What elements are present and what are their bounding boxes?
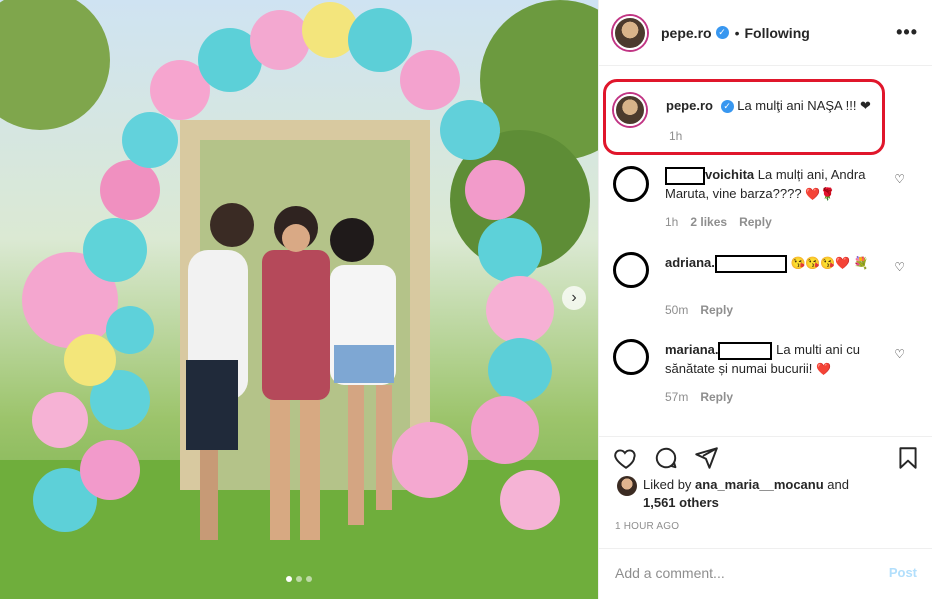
comment-username[interactable]: mariana. — [665, 342, 718, 357]
header-separator: • — [734, 24, 740, 41]
comment-body: mariana. La multi ani cu sănătate și num… — [665, 341, 885, 378]
add-comment-input[interactable] — [615, 563, 855, 583]
carousel-dot — [286, 576, 292, 582]
post-actions-bar — [599, 436, 932, 476]
next-slide-button[interactable]: › — [562, 286, 586, 310]
carousel-dot — [296, 576, 302, 582]
liked-by-prefix: Liked by — [643, 477, 692, 492]
liked-by-text: Liked by ana_maria__mocanu and 1,561 oth… — [643, 476, 849, 512]
comment-time: 1h — [665, 215, 679, 229]
caption-avatar[interactable] — [614, 94, 646, 126]
like-heart-icon[interactable] — [613, 445, 639, 471]
reply-button[interactable]: Reply — [700, 390, 733, 404]
verified-badge-icon: ✓ — [715, 26, 729, 39]
commenter-avatar[interactable] — [613, 339, 649, 375]
share-send-icon[interactable] — [693, 445, 719, 471]
liked-by-joiner: and — [827, 477, 849, 492]
caption-highlight: pepe.ro ✓ La mulţi ani NAŞA !!! ❤ 1h — [603, 79, 885, 155]
post-timestamp[interactable]: 1 HOUR AGO — [615, 521, 679, 532]
caption-time: 1h — [669, 129, 683, 143]
caption-text: La mulţi ani NAŞA !!! ❤ — [737, 98, 871, 113]
more-options-icon[interactable]: ••• — [896, 22, 918, 43]
redaction-box — [714, 254, 787, 273]
post-photo[interactable]: › — [0, 0, 598, 599]
comment-username[interactable]: adriana. — [665, 255, 715, 270]
comment-meta: 50m Reply — [665, 303, 733, 317]
author-avatar[interactable] — [613, 15, 647, 50]
post-side-panel: pepe.ro ✓ • Following ••• pepe.ro ✓ La m… — [598, 0, 932, 599]
photo-scene — [0, 0, 598, 599]
add-comment-bar: Post — [599, 548, 932, 599]
redaction-box — [665, 166, 705, 185]
reply-button[interactable]: Reply — [739, 215, 772, 229]
comment-meta: 1h 2 likes Reply — [665, 215, 772, 229]
comment-bubble-icon[interactable] — [653, 445, 679, 471]
comment-username[interactable]: voichita — [705, 167, 754, 182]
post-header: pepe.ro ✓ • Following ••• — [599, 0, 932, 66]
comment-body: voichita La mulți ani, Andra Maruta, vin… — [665, 166, 885, 203]
commenter-avatar[interactable] — [613, 252, 649, 288]
redaction-box — [718, 341, 773, 360]
comment-likes[interactable]: 2 likes — [690, 215, 727, 229]
following-button[interactable]: Following — [744, 25, 809, 41]
comment-meta: 57m Reply — [665, 390, 733, 404]
post-comment-button[interactable]: Post — [889, 565, 917, 580]
comment-time: 50m — [665, 303, 689, 317]
verified-badge-icon: ✓ — [720, 100, 734, 114]
like-comment-heart-icon[interactable]: ♡ — [894, 172, 905, 186]
liked-by-section: Liked by ana_maria__mocanu and 1,561 oth… — [617, 476, 849, 512]
comment-body: adriana. 😘😘😘❤️ 💐 — [665, 254, 885, 273]
carousel-dots — [0, 576, 598, 582]
caption-text-line: pepe.ro ✓ La mulţi ani NAŞA !!! ❤ — [666, 98, 871, 114]
other-likes-link[interactable]: 1,561 others — [643, 495, 719, 510]
author-username[interactable]: pepe.ro — [661, 25, 712, 41]
save-bookmark-icon[interactable] — [895, 445, 921, 471]
like-comment-heart-icon[interactable]: ♡ — [894, 347, 905, 361]
comment-emoji: ❤️🌹 — [805, 186, 836, 201]
commenter-avatar[interactable] — [613, 166, 649, 202]
reply-button[interactable]: Reply — [700, 303, 733, 317]
like-comment-heart-icon[interactable]: ♡ — [894, 260, 905, 274]
comment-emoji: ❤️ — [816, 361, 831, 376]
liker-username[interactable]: ana_maria__mocanu — [695, 477, 824, 492]
liker-avatar[interactable] — [617, 476, 637, 496]
comment-time: 57m — [665, 390, 689, 404]
comment-emoji: 😘😘😘❤️ 💐 — [790, 256, 869, 270]
caption-username[interactable]: pepe.ro — [666, 98, 713, 113]
carousel-dot — [306, 576, 312, 582]
